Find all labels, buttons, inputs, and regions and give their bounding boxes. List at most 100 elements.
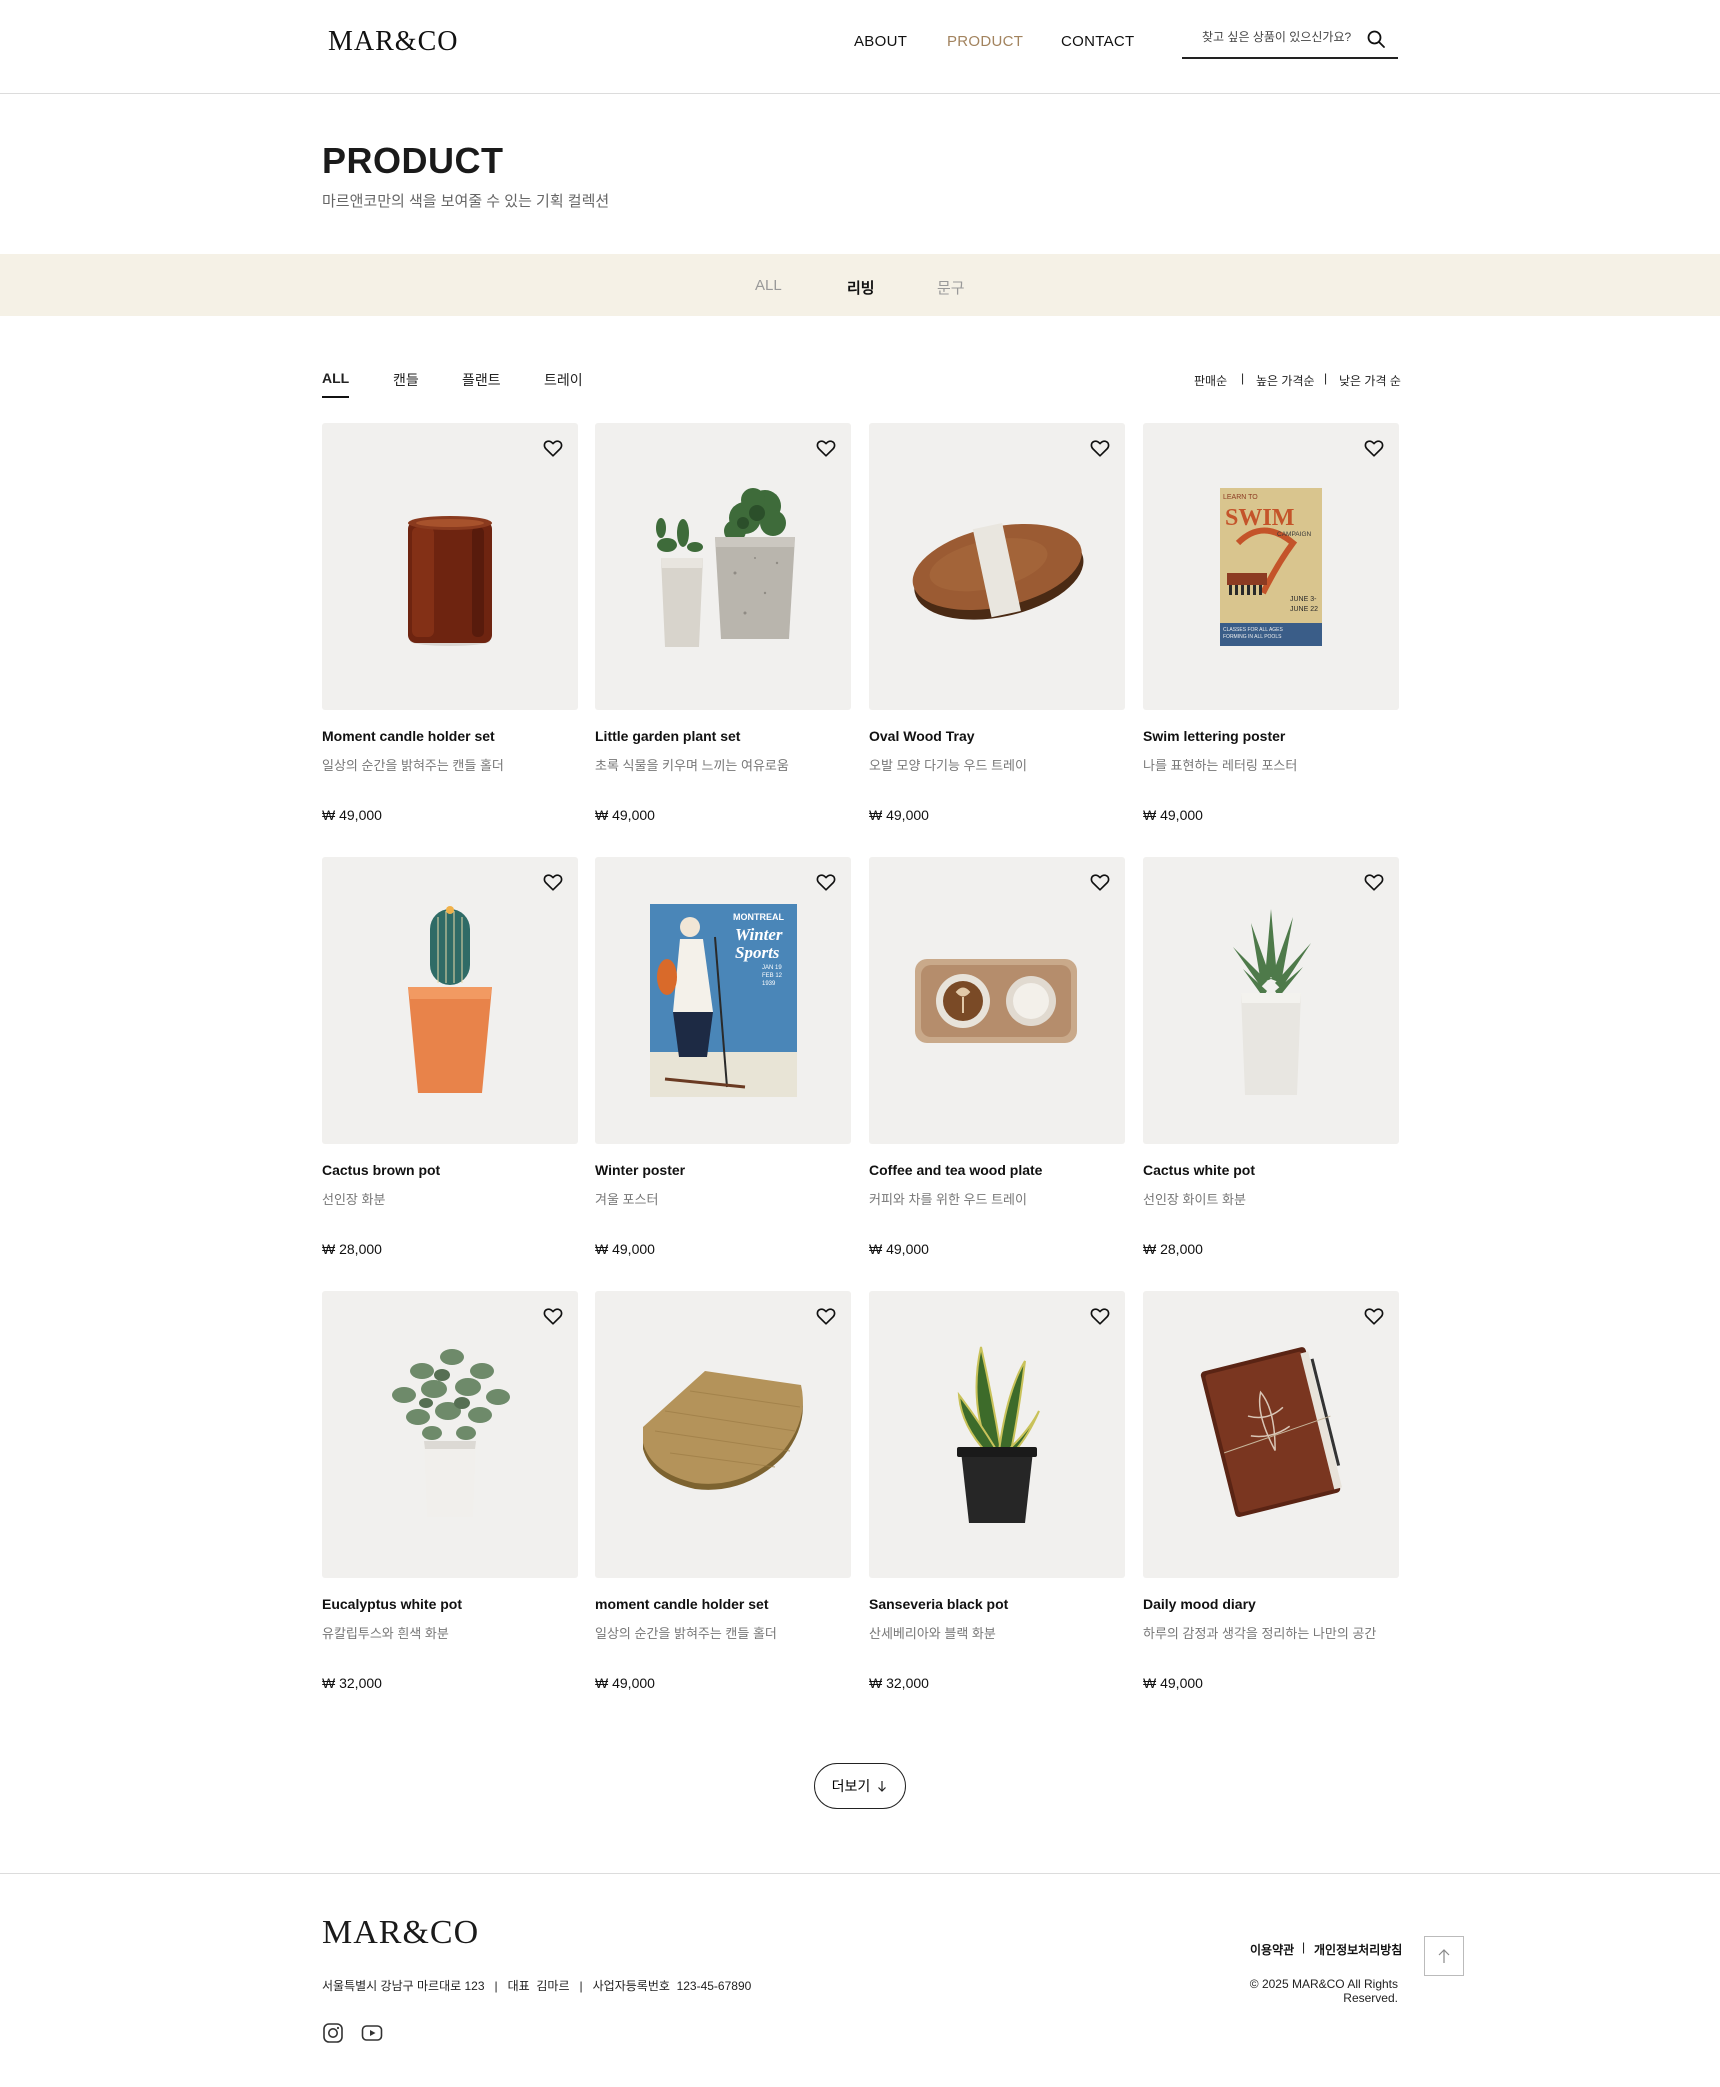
product-card[interactable]: Cactus white pot 선인장 화이트 화분 ₩ 28,000 bbox=[1143, 857, 1399, 1267]
product-image[interactable] bbox=[322, 1291, 578, 1578]
heart-icon[interactable] bbox=[815, 871, 837, 893]
product-price: ₩ 49,000 bbox=[869, 1241, 929, 1257]
sort-divider: | bbox=[1241, 371, 1245, 385]
nav-product[interactable]: PRODUCT bbox=[947, 33, 1023, 50]
heart-icon[interactable] bbox=[542, 871, 564, 893]
footer-link-divider: | bbox=[1302, 1940, 1306, 1954]
product-name[interactable]: Cactus white pot bbox=[1143, 1162, 1255, 1178]
product-image[interactable] bbox=[1143, 857, 1399, 1144]
product-price: ₩ 49,000 bbox=[1143, 1675, 1203, 1691]
footer-logo[interactable]: MAR&CO bbox=[322, 1914, 479, 1952]
heart-icon[interactable] bbox=[1089, 437, 1111, 459]
sort-popular[interactable]: 판매순 bbox=[1194, 372, 1227, 389]
product-image[interactable]: LEARN TO SWIM CAMPAIGN JUNE 3- JUNE 22 C… bbox=[1143, 423, 1399, 710]
product-price: ₩ 49,000 bbox=[595, 1675, 655, 1691]
nav-contact[interactable]: CONTACT bbox=[1061, 33, 1134, 50]
heart-icon[interactable] bbox=[542, 1305, 564, 1327]
wood-board-image bbox=[643, 1371, 803, 1490]
product-name[interactable]: Eucalyptus white pot bbox=[322, 1596, 462, 1612]
scroll-top-button[interactable] bbox=[1424, 1936, 1464, 1976]
search-icon[interactable] bbox=[1366, 29, 1386, 49]
product-image[interactable]: MONTREAL Winter Sports JAN 19 FEB 12 193… bbox=[595, 857, 851, 1144]
filter-tray[interactable]: 트레이 bbox=[544, 370, 583, 390]
filter-candle[interactable]: 캔들 bbox=[393, 370, 419, 390]
product-price: ₩ 49,000 bbox=[595, 1241, 655, 1257]
heart-icon[interactable] bbox=[1363, 437, 1385, 459]
terms-link[interactable]: 이용약관 bbox=[1250, 1941, 1294, 1958]
product-name[interactable]: Cactus brown pot bbox=[322, 1162, 440, 1178]
product-card[interactable]: Daily mood diary 하루의 감정과 생각을 정리하는 나만의 공간… bbox=[1143, 1291, 1399, 1701]
product-name[interactable]: Sanseveria black pot bbox=[869, 1596, 1008, 1612]
category-all[interactable]: ALL bbox=[755, 277, 782, 294]
swim-poster-image: LEARN TO SWIM CAMPAIGN JUNE 3- JUNE 22 C… bbox=[1220, 488, 1322, 646]
product-name[interactable]: Coffee and tea wood plate bbox=[869, 1162, 1042, 1178]
product-name[interactable]: moment candle holder set bbox=[595, 1596, 768, 1612]
product-image[interactable] bbox=[1143, 1291, 1399, 1578]
swim-poster-text: SWIM bbox=[1225, 505, 1294, 531]
product-image[interactable] bbox=[595, 423, 851, 710]
heart-icon[interactable] bbox=[1089, 871, 1111, 893]
heart-icon[interactable] bbox=[1363, 1305, 1385, 1327]
product-card[interactable]: Sanseveria black pot 산세베리아와 블랙 화분 ₩ 32,0… bbox=[869, 1291, 1125, 1701]
category-stationery[interactable]: 문구 bbox=[937, 277, 965, 298]
candle-image bbox=[408, 516, 492, 646]
product-card[interactable]: Little garden plant set 초록 식물을 키우며 느끼는 여… bbox=[595, 423, 851, 833]
product-description: 겨울 포스터 bbox=[595, 1192, 659, 1207]
sort-price-high[interactable]: 높은 가격순 bbox=[1256, 372, 1315, 389]
youtube-icon[interactable] bbox=[361, 2022, 383, 2044]
sort-divider: | bbox=[1324, 371, 1328, 385]
winter-poster-text: FEB 12 bbox=[762, 973, 783, 979]
heart-icon[interactable] bbox=[1089, 1305, 1111, 1327]
product-name[interactable]: Moment candle holder set bbox=[322, 728, 495, 744]
product-name[interactable]: Little garden plant set bbox=[595, 728, 740, 744]
product-price: ₩ 49,000 bbox=[595, 807, 655, 823]
product-image[interactable] bbox=[869, 423, 1125, 710]
site-logo[interactable]: MAR&CO bbox=[328, 26, 458, 58]
heart-icon[interactable] bbox=[542, 437, 564, 459]
product-price: ₩ 28,000 bbox=[1143, 1241, 1203, 1257]
privacy-link[interactable]: 개인정보처리방침 bbox=[1314, 1941, 1402, 1958]
heart-icon[interactable] bbox=[1363, 871, 1385, 893]
arrow-down-icon bbox=[878, 1781, 887, 1792]
product-price: ₩ 28,000 bbox=[322, 1241, 382, 1257]
product-card[interactable]: Moment candle holder set 일상의 순간을 밝혀주는 캔들… bbox=[322, 423, 578, 833]
instagram-icon[interactable] bbox=[322, 2022, 344, 2044]
product-price: ₩ 32,000 bbox=[869, 1675, 929, 1691]
product-image[interactable] bbox=[869, 857, 1125, 1144]
product-card[interactable]: MONTREAL Winter Sports JAN 19 FEB 12 193… bbox=[595, 857, 851, 1267]
company-info: 서울특별시 강남구 마르대로 123 | 대표 김마르 | 사업자등록번호 12… bbox=[322, 1979, 752, 1993]
winter-poster-text: JAN 19 bbox=[762, 965, 782, 971]
sort-price-low[interactable]: 낮은 가격 순 bbox=[1339, 372, 1401, 389]
filter-plant[interactable]: 플랜트 bbox=[462, 370, 501, 390]
product-card[interactable]: moment candle holder set 일상의 순간을 밝혀주는 캔들… bbox=[595, 1291, 851, 1701]
heart-icon[interactable] bbox=[815, 1305, 837, 1327]
sanseveria-image bbox=[957, 1346, 1040, 1523]
load-more-button[interactable]: 더보기 bbox=[814, 1763, 906, 1809]
site-header: MAR&CO ABOUT PRODUCT CONTACT bbox=[0, 0, 1720, 94]
winter-poster-text: 1939 bbox=[762, 981, 776, 987]
swim-poster-text: CAMPAIGN bbox=[1277, 531, 1311, 538]
product-image[interactable] bbox=[595, 1291, 851, 1578]
filter-all[interactable]: ALL bbox=[322, 370, 350, 398]
product-image[interactable] bbox=[322, 857, 578, 1144]
category-bar: ALL 리빙 문구 bbox=[0, 254, 1720, 316]
search-input[interactable] bbox=[1202, 30, 1362, 44]
product-card[interactable]: Coffee and tea wood plate 커피와 차를 위한 우드 트… bbox=[869, 857, 1125, 1267]
product-price: ₩ 49,000 bbox=[322, 807, 382, 823]
product-image[interactable] bbox=[322, 423, 578, 710]
category-living[interactable]: 리빙 bbox=[847, 277, 875, 298]
product-name[interactable]: Daily mood diary bbox=[1143, 1596, 1256, 1612]
product-card[interactable]: LEARN TO SWIM CAMPAIGN JUNE 3- JUNE 22 C… bbox=[1143, 423, 1399, 833]
product-card[interactable]: Eucalyptus white pot 유칼립투스와 흰색 화분 ₩ 32,0… bbox=[322, 1291, 578, 1701]
product-name[interactable]: Winter poster bbox=[595, 1162, 685, 1178]
product-card[interactable]: Cactus brown pot 선인장 화분 ₩ 28,000 bbox=[322, 857, 578, 1267]
product-image[interactable] bbox=[869, 1291, 1125, 1578]
product-price: ₩ 49,000 bbox=[1143, 807, 1203, 823]
product-card[interactable]: Oval Wood Tray 오발 모양 다기능 우드 트레이 ₩ 49,000 bbox=[869, 423, 1125, 833]
plant-set-image bbox=[656, 488, 795, 647]
heart-icon[interactable] bbox=[815, 437, 837, 459]
product-description: 선인장 화분 bbox=[322, 1192, 386, 1207]
product-name[interactable]: Oval Wood Tray bbox=[869, 728, 975, 744]
nav-about[interactable]: ABOUT bbox=[854, 33, 907, 50]
product-name[interactable]: Swim lettering poster bbox=[1143, 728, 1285, 744]
